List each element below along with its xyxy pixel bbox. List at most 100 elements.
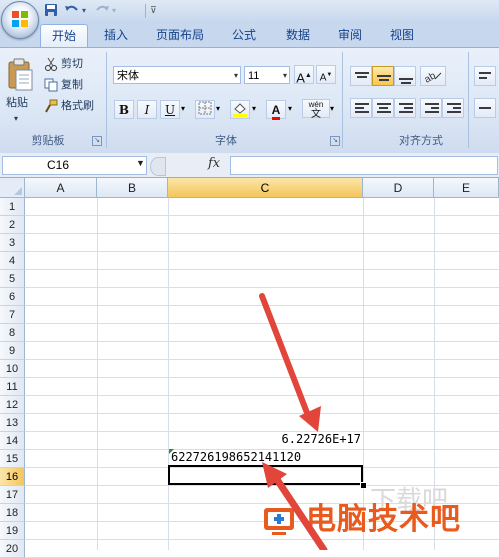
- row-header-19[interactable]: 19: [0, 522, 25, 540]
- customize-quick-access-icon[interactable]: ⊽: [150, 3, 157, 18]
- column-header-c[interactable]: C: [168, 178, 363, 198]
- format-painter-button[interactable]: 格式刷: [61, 97, 94, 115]
- font-color-dropdown-icon[interactable]: ▾: [288, 104, 292, 113]
- watermark-text: 电脑技术吧: [306, 502, 461, 537]
- name-box-dropdown-icon[interactable]: ▼: [136, 158, 145, 168]
- row-header-20[interactable]: 20: [0, 540, 25, 558]
- select-all-button[interactable]: [0, 178, 25, 198]
- phonetic-dropdown-icon[interactable]: ▾: [330, 104, 334, 113]
- quick-access-separator: [145, 4, 146, 18]
- font-launcher-icon[interactable]: ↘: [330, 136, 340, 146]
- border-icon: [198, 101, 212, 115]
- font-name-value: 宋体: [117, 70, 139, 82]
- fill-color-dropdown-icon[interactable]: ▾: [252, 104, 256, 113]
- cell-c15[interactable]: 622726198652141120: [171, 448, 301, 466]
- row-header-6[interactable]: 6: [0, 288, 25, 306]
- row-header-14[interactable]: 14: [0, 432, 25, 450]
- row-header-10[interactable]: 10: [0, 360, 25, 378]
- increase-indent-icon[interactable]: [442, 98, 464, 118]
- row-header-1[interactable]: 1: [0, 198, 25, 216]
- fill-color-icon: [233, 103, 247, 117]
- column-gridline: [363, 198, 364, 550]
- format-painter-icon[interactable]: [44, 99, 58, 113]
- font-group-label: 字体: [215, 135, 237, 147]
- fill-color-button[interactable]: [230, 100, 250, 119]
- tab-insert[interactable]: 插入: [96, 24, 136, 46]
- paste-dropdown-icon[interactable]: ▾: [14, 110, 18, 128]
- row-header-11[interactable]: 11: [0, 378, 25, 396]
- tab-formulas[interactable]: 公式: [224, 24, 264, 46]
- row-header-12[interactable]: 12: [0, 396, 25, 414]
- undo-dropdown-icon[interactable]: ▾: [82, 3, 86, 18]
- phonetic-guide-button[interactable]: wén 文: [302, 99, 330, 120]
- font-size-dropdown-icon[interactable]: ▾: [283, 67, 287, 85]
- row-header-17[interactable]: 17: [0, 486, 25, 504]
- formula-input[interactable]: [230, 156, 498, 175]
- column-header-d[interactable]: D: [363, 178, 434, 198]
- decrease-indent-icon[interactable]: [420, 98, 442, 118]
- active-cell-c16[interactable]: [168, 465, 363, 485]
- align-right-icon[interactable]: [394, 98, 416, 118]
- copy-button[interactable]: 复制: [61, 76, 83, 94]
- cell-c14[interactable]: 6.22726E+17: [270, 430, 361, 448]
- font-color-button[interactable]: A: [266, 100, 286, 120]
- grow-font-button[interactable]: A▲: [294, 65, 314, 85]
- column-header-a[interactable]: A: [25, 178, 97, 198]
- row-header-9[interactable]: 9: [0, 342, 25, 360]
- wrap-text-icon[interactable]: [474, 66, 496, 86]
- office-button[interactable]: [1, 1, 39, 39]
- cut-icon[interactable]: [44, 57, 58, 71]
- orientation-icon[interactable]: ab: [420, 66, 446, 86]
- font-size-combo[interactable]: 11 ▾: [244, 66, 290, 84]
- underline-dropdown-icon[interactable]: ▾: [181, 104, 185, 113]
- column-header-b[interactable]: B: [97, 178, 168, 198]
- bold-button[interactable]: B: [114, 100, 134, 119]
- row-header-2[interactable]: 2: [0, 216, 25, 234]
- align-left-icon[interactable]: [350, 98, 372, 118]
- tab-data[interactable]: 数据: [278, 24, 318, 46]
- office-logo-icon: [12, 11, 28, 27]
- row-header-4[interactable]: 4: [0, 252, 25, 270]
- cut-button[interactable]: 剪切: [61, 55, 83, 73]
- tab-view[interactable]: 视图: [382, 24, 422, 46]
- name-box[interactable]: C16: [2, 156, 147, 175]
- clipboard-launcher-icon[interactable]: ↘: [92, 136, 102, 146]
- merge-center-icon[interactable]: [474, 98, 496, 118]
- paste-icon[interactable]: [4, 56, 36, 92]
- tab-review[interactable]: 审阅: [330, 24, 370, 46]
- row-header-15[interactable]: 15: [0, 450, 25, 468]
- copy-icon[interactable]: [44, 78, 58, 92]
- font-name-combo[interactable]: 宋体 ▾: [113, 66, 241, 84]
- align-middle-icon[interactable]: [372, 66, 394, 86]
- column-header-e[interactable]: E: [434, 178, 499, 198]
- align-top-icon[interactable]: [350, 66, 372, 86]
- formula-bar-handle[interactable]: [150, 157, 166, 176]
- row-header-16[interactable]: 16: [0, 468, 25, 486]
- ribbon-separator: [468, 52, 469, 148]
- row-header-3[interactable]: 3: [0, 234, 25, 252]
- redo-icon[interactable]: [94, 3, 110, 18]
- shrink-font-button[interactable]: A▼: [316, 65, 336, 84]
- underline-button[interactable]: U: [160, 100, 180, 119]
- fill-handle[interactable]: [360, 482, 367, 489]
- row-header-7[interactable]: 7: [0, 306, 25, 324]
- undo-icon[interactable]: [64, 3, 80, 18]
- tab-home[interactable]: 开始: [40, 24, 88, 47]
- alignment-group-label: 对齐方式: [399, 135, 443, 147]
- font-size-value: 11: [248, 70, 260, 82]
- border-dropdown-icon[interactable]: ▾: [216, 104, 220, 113]
- border-button[interactable]: [195, 100, 215, 119]
- insert-function-button[interactable]: fx: [208, 156, 220, 171]
- tab-page-layout[interactable]: 页面布局: [148, 24, 212, 46]
- row-header-8[interactable]: 8: [0, 324, 25, 342]
- ribbon-separator: [342, 52, 343, 148]
- align-center-icon[interactable]: [372, 98, 394, 118]
- redo-dropdown-icon[interactable]: ▾: [112, 3, 116, 18]
- align-bottom-icon[interactable]: [394, 66, 416, 86]
- font-name-dropdown-icon[interactable]: ▾: [234, 67, 238, 85]
- save-icon[interactable]: [44, 3, 58, 18]
- row-header-13[interactable]: 13: [0, 414, 25, 432]
- row-header-5[interactable]: 5: [0, 270, 25, 288]
- italic-button[interactable]: I: [137, 100, 157, 119]
- row-header-18[interactable]: 18: [0, 504, 25, 522]
